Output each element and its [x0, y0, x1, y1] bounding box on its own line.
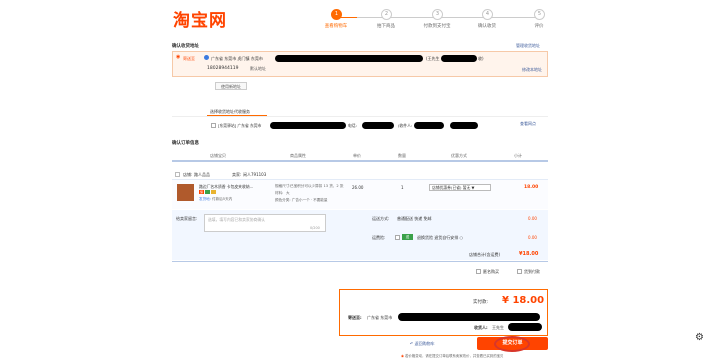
col-header-attr: 商品属性	[290, 153, 306, 158]
order-section-title: 确认订单信息	[172, 141, 199, 146]
proxy-view-link[interactable]: 查看网点	[520, 121, 536, 127]
step-4-label: 确认收货	[478, 24, 496, 29]
freight-checkbox[interactable]	[395, 235, 400, 240]
bug-icon[interactable]: ⚙	[695, 332, 704, 343]
proxy-recv-label: (收件人:	[398, 123, 413, 128]
price-notice-text: 若价格变动，请在提交订单后联系卖家改价，并查看已买到的宝贝	[405, 354, 504, 358]
order-footer-line	[172, 261, 548, 262]
step-1-circle: 1	[331, 9, 342, 20]
item-price: 26.00	[352, 185, 364, 190]
message-textarea[interactable]: 选填，填写内容已和卖家协商确认	[204, 214, 326, 232]
item-attr-value: 已宝积分可以少算扣 13 货，2 张	[290, 184, 344, 188]
freight-label: 运费险:	[372, 235, 386, 240]
summary-send-to-label: 寄送至:	[348, 315, 362, 320]
summary-recv-value: 王先生	[492, 325, 504, 330]
send-to-label: 寄送至	[183, 56, 195, 61]
redacted-proxy-tel	[362, 122, 394, 129]
manage-address-link[interactable]: 管理收货地址	[516, 43, 540, 49]
step-5-label: 评价	[534, 24, 544, 29]
address-recipient-suffix: 收)	[478, 56, 484, 61]
address-section-title: 确认收货地址	[172, 44, 199, 49]
cash-label: 货到付款	[524, 269, 540, 274]
address-province: 广东省 东莞市 虎门镇 东莞市	[211, 56, 263, 61]
item-badge-yellow	[211, 190, 216, 194]
proxy-tel-label: 电话:	[348, 123, 357, 128]
location-pin-icon: ◉	[176, 54, 181, 60]
shipping-price: 0.00	[528, 216, 537, 221]
shop-total-value: ¥18.00	[519, 251, 539, 257]
back-to-cart-link[interactable]: ↶ 返回购物车	[410, 341, 435, 347]
col-header-discount: 优惠方式	[451, 153, 467, 158]
item-attr-label: 规格尺寸:	[275, 184, 291, 188]
step-5-circle: 5	[534, 9, 545, 20]
shop-icon	[175, 172, 180, 177]
price-notice: ◉ 若价格变动，请在提交订单后联系卖家改价，并查看已买到的宝贝	[401, 353, 503, 358]
shop-name[interactable]: 路人品品	[194, 172, 210, 178]
discount-select[interactable]: 店铺优惠券(已省) 暂无 ▼	[429, 184, 491, 191]
redacted-recipient	[441, 55, 477, 62]
address-recipient: (王先生	[426, 56, 440, 61]
radio-icon[interactable]	[204, 55, 209, 60]
seller-name[interactable]: 闲人791103	[243, 172, 266, 178]
freight-value: 退换货险 退货自行安排 ○	[417, 235, 464, 240]
paid-value: ¥ 18.00	[502, 295, 545, 306]
col-header-qty: 数量	[398, 153, 406, 158]
cash-checkbox[interactable]	[517, 269, 522, 274]
anon-checkbox[interactable]	[476, 269, 481, 274]
proxy-tab-divider	[172, 116, 548, 117]
message-label: 给卖家留言:	[176, 216, 198, 221]
item-color: 颜色分类: 广告小一个 · 不要能量	[275, 198, 328, 202]
step-2-label: 拍下商品	[377, 24, 395, 29]
message-count: 0/200	[310, 226, 320, 230]
redacted-proxy-addr	[270, 122, 346, 129]
summary-send-to-value: 广东省 东莞市	[367, 315, 393, 320]
seller-label: 卖家:	[232, 172, 242, 177]
back-to-cart-label: 返回购物车	[414, 341, 435, 346]
anon-label: 匿名购买	[483, 269, 499, 274]
item-support-value: 付款后5天内	[212, 197, 233, 201]
redacted-proxy-recv	[414, 122, 444, 129]
redacted-summary-address	[398, 313, 540, 321]
item-badge-guarantee: 保	[199, 190, 204, 194]
shop-label: 店铺:	[183, 172, 193, 177]
highlight-oval	[494, 336, 530, 352]
taobao-logo[interactable]: 淘宝网	[173, 6, 227, 31]
redacted-street	[275, 55, 423, 62]
freight-price: 0.00	[528, 235, 537, 240]
order-header-line	[172, 160, 548, 162]
shipping-label: 运送方式:	[372, 216, 390, 221]
proxy-option-label: [东莞驿站] 广东省 东莞市	[218, 123, 262, 128]
item-attr-2-value: 大	[286, 191, 290, 195]
item-qty: 1	[401, 185, 404, 190]
item-thumbnail[interactable]	[177, 184, 194, 201]
address-phone: 18028944119	[207, 66, 239, 71]
shop-total-label: 店铺合计(含运费)	[469, 252, 501, 257]
paid-label: 实付款:	[473, 300, 489, 305]
item-subtotal: 18.00	[524, 185, 539, 190]
edit-address-link[interactable]: 修改本地址	[522, 67, 542, 73]
redacted-proxy-extra	[450, 122, 478, 129]
col-header-item: 店铺宝贝	[210, 153, 226, 158]
default-address-tag: 默认地址	[250, 66, 266, 71]
step-3-label: 付款到支付宝	[423, 24, 451, 29]
step-3-circle: 3	[432, 9, 443, 20]
step-2-circle: 2	[381, 9, 392, 20]
item-badge-green	[205, 190, 210, 194]
proxy-checkbox[interactable]	[211, 123, 216, 128]
shipping-value[interactable]: 普通配送 快递 免邮	[397, 216, 432, 222]
item-support-label: 发货地:	[199, 197, 211, 201]
step-4-circle: 4	[482, 9, 493, 20]
col-header-price: 单价	[353, 153, 361, 158]
message-placeholder: 选填，填写内容已和卖家协商确认	[208, 217, 265, 222]
redacted-summary-recipient	[508, 323, 542, 331]
item-attr-2-label: 材料:	[275, 191, 284, 195]
summary-recv-label: 收货人:	[474, 325, 488, 330]
step-1-label: 查看购物车	[324, 24, 348, 29]
col-header-subtotal: 小计	[514, 153, 522, 158]
freight-badge: 送	[402, 234, 413, 240]
use-new-address-button[interactable]: 使用新地址	[215, 82, 247, 90]
